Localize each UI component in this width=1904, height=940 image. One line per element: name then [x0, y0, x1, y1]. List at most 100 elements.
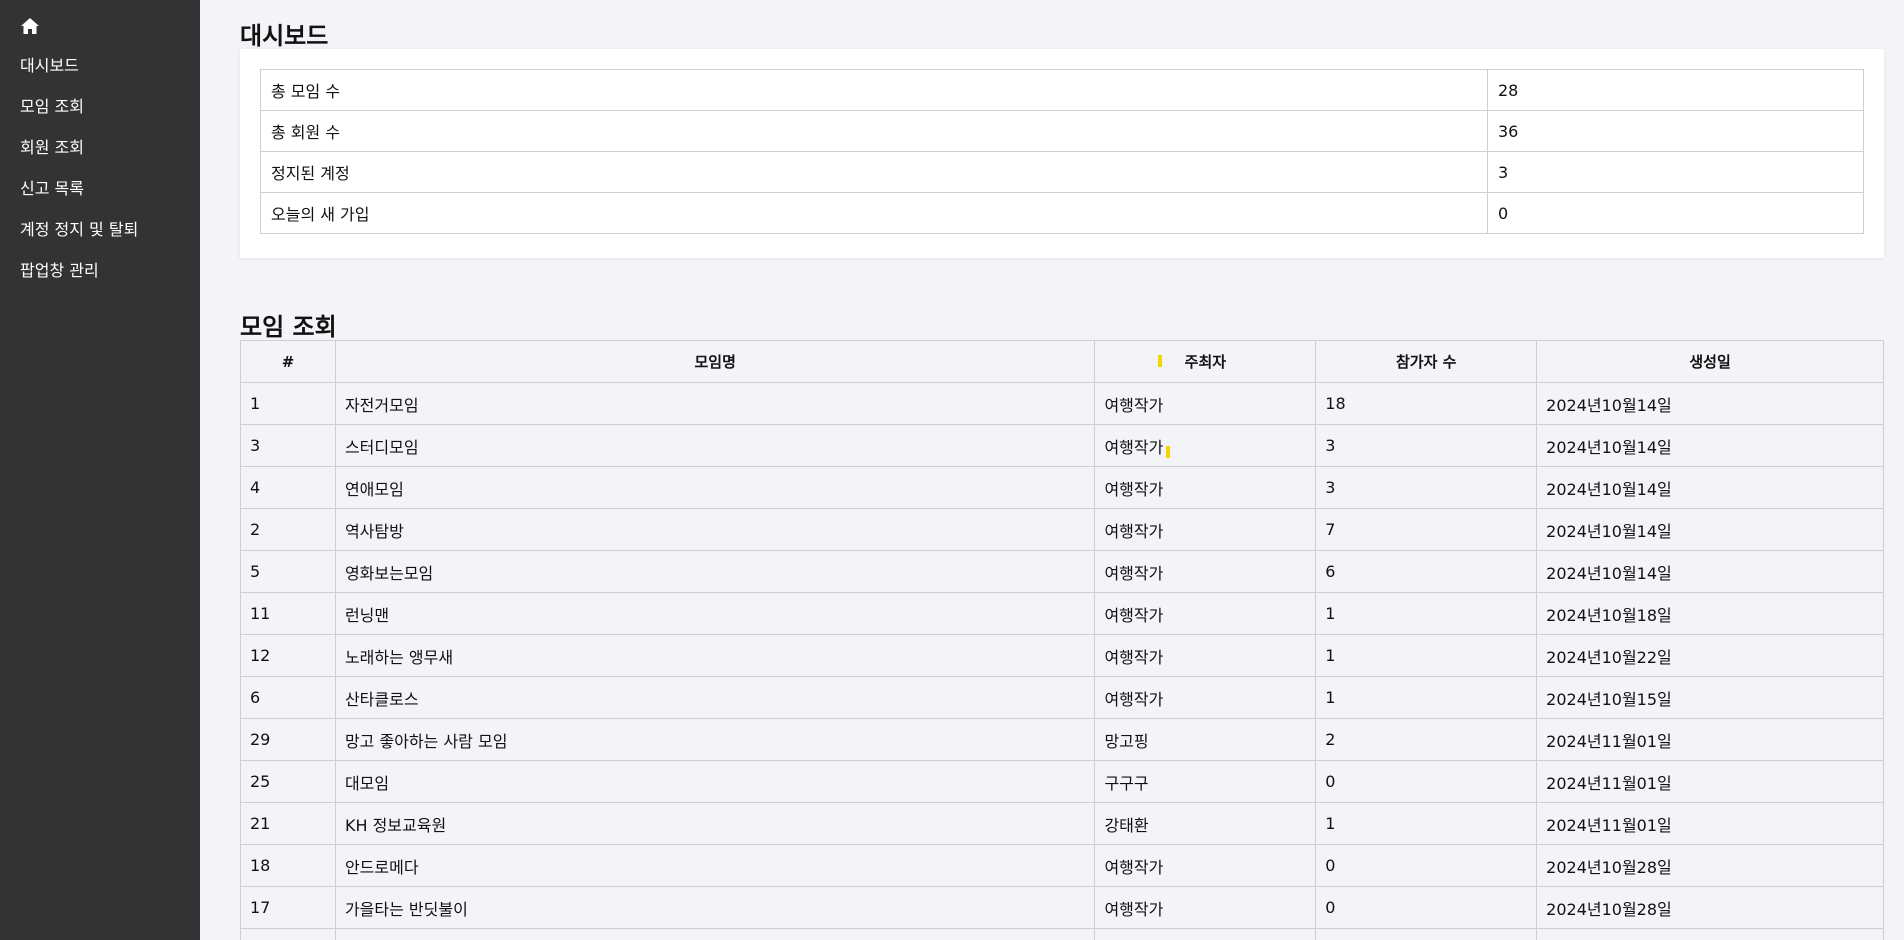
table-row[interactable]: 6 산타클로스 여행작가 1 2024년10월15일 [240, 676, 1884, 719]
table-row[interactable]: 21 KH 정보교육원 강태환 1 2024년11월01일 [240, 802, 1884, 845]
cell-host [1094, 928, 1317, 940]
sidebar-item-suspension[interactable]: 계정 정지 및 탈퇴 [0, 216, 200, 257]
table-row[interactable]: 3 스터디모임 여행작가 3 2024년10월14일 [240, 424, 1884, 467]
cell-count: 18 [1315, 382, 1538, 425]
column-header-created[interactable]: 생성일 [1536, 340, 1884, 383]
sidebar-item-members[interactable]: 회원 조회 [0, 134, 200, 175]
cell-date: 2024년10월14일 [1536, 466, 1884, 509]
cell-host: 여행작가 [1094, 634, 1317, 677]
cell-name: 영화보는모임 [334, 550, 1096, 593]
cell-id: 25 [240, 760, 336, 803]
cell-host: 여행작가 [1094, 592, 1317, 635]
table-row[interactable]: 5 영화보는모임 여행작가 6 2024년10월14일 [240, 550, 1884, 593]
sidebar-item-meetings[interactable]: 모임 조회 [0, 93, 200, 134]
cell-name: 스터디모임 [334, 424, 1170, 467]
cell-name: 자전거모임 [334, 382, 1096, 425]
meetings-header-row: # 모임명 주최자 참가자 수 생성일 [240, 340, 1884, 383]
cell-id: 1 [240, 382, 336, 425]
column-header-host[interactable]: 주최자 [1094, 340, 1317, 383]
table-row[interactable]: 4 연애모임 여행작가 3 2024년10월14일 [240, 466, 1884, 509]
highlight-marker [1165, 446, 1170, 458]
stats-row: 총 모임 수 28 [260, 69, 1864, 111]
cell-count: 0 [1315, 886, 1538, 929]
sidebar-item-reports[interactable]: 신고 목록 [0, 175, 200, 216]
table-row[interactable]: 2 역사탐방 여행작가 7 2024년10월14일 [240, 508, 1884, 551]
cell-host: 구구구 [1094, 760, 1317, 803]
cell-name: 연애모임 [334, 466, 1096, 509]
cell-date: 2024년10월14일 [1536, 424, 1884, 467]
cell-count [1315, 928, 1538, 940]
stats-row: 오늘의 새 가입 0 [260, 192, 1864, 234]
cell-name: 산타클로스 [334, 676, 1096, 719]
cell-date: 2024년10월14일 [1536, 550, 1884, 593]
cell-host: 망고핑 [1094, 718, 1317, 761]
table-row[interactable]: 25 대모임 구구구 0 2024년11월01일 [240, 760, 1884, 803]
cell-count: 1 [1315, 676, 1538, 719]
cell-date: 2024년10월14일 [1536, 382, 1884, 425]
stat-label: 정지된 계정 [260, 151, 1488, 193]
cell-name: KH 정보교육원 [334, 802, 1096, 845]
stats-row: 정지된 계정 3 [260, 151, 1864, 193]
stat-value: 28 [1487, 69, 1864, 111]
cell-count: 0 [1315, 760, 1538, 803]
table-row[interactable]: 11 런닝맨 여행작가 1 2024년10월18일 [240, 592, 1884, 635]
cell-name: 노래하는 앵무새 [334, 634, 1096, 677]
cell-count: 2 [1315, 718, 1538, 761]
cell-name: 대모임 [334, 760, 1096, 803]
cell-date: 2024년10월22일 [1536, 634, 1884, 677]
cell-count: 3 [1315, 466, 1538, 509]
cell-name: 런닝맨 [334, 592, 1096, 635]
meetings-table: # 모임명 주최자 참가자 수 생성일 1 자전거모임 여행작가 18 2024… [240, 340, 1884, 940]
table-row[interactable]: 17 가을타는 반딧불이 여행작가 0 2024년10월28일 [240, 886, 1884, 929]
cell-count: 6 [1315, 550, 1538, 593]
dashboard-title: 대시보드 [240, 22, 329, 50]
main-content: 대시보드 총 모임 수 28 총 회원 수 36 정지된 계정 3 오늘의 새 … [200, 0, 1904, 940]
cell-date: 2024년10월28일 [1536, 844, 1884, 887]
column-header-name[interactable]: 모임명 [334, 340, 1162, 383]
dashboard-card: 총 모임 수 28 총 회원 수 36 정지된 계정 3 오늘의 새 가입 0 [240, 49, 1884, 258]
cell-host: 여행작가 [1094, 508, 1317, 551]
cell-count: 0 [1315, 844, 1538, 887]
stat-label: 총 회원 수 [260, 110, 1488, 152]
table-row[interactable]: 29 망고 좋아하는 사람 모임 망고핑 2 2024년11월01일 [240, 718, 1884, 761]
cell-id: 5 [240, 550, 336, 593]
stats-row: 총 회원 수 36 [260, 110, 1864, 152]
cell-date: 2024년10월14일 [1536, 508, 1884, 551]
sidebar-item-dashboard[interactable]: 대시보드 [0, 52, 200, 93]
cell-id: 21 [240, 802, 336, 845]
cell-date: 2024년10월15일 [1536, 676, 1884, 719]
cell-id: 17 [240, 886, 336, 929]
cell-count: 1 [1315, 802, 1538, 845]
cell-count: 7 [1315, 508, 1538, 551]
table-row[interactable]: 12 노래하는 앵무새 여행작가 1 2024년10월22일 [240, 634, 1884, 677]
cell-date: 2024년11월01일 [1536, 718, 1884, 761]
table-row[interactable]: 1 자전거모임 여행작가 18 2024년10월14일 [240, 382, 1884, 425]
cell-count: 1 [1315, 634, 1538, 677]
stats-table: 총 모임 수 28 총 회원 수 36 정지된 계정 3 오늘의 새 가입 0 [260, 69, 1864, 234]
cell-name [334, 928, 1096, 940]
table-row[interactable]: 18 안드로메다 여행작가 0 2024년10월28일 [240, 844, 1884, 887]
cell-date: 2024년11월01일 [1536, 802, 1884, 845]
cell-host: 여행작가 [1094, 424, 1317, 467]
cell-id: 29 [240, 718, 336, 761]
cell-id: 3 [240, 424, 336, 467]
table-row[interactable] [240, 928, 1884, 940]
highlight-marker [1157, 355, 1162, 367]
column-header-participants[interactable]: 참가자 수 [1315, 340, 1538, 383]
home-icon[interactable] [20, 17, 40, 35]
cell-host: 여행작가 [1094, 466, 1317, 509]
cell-id: 11 [240, 592, 336, 635]
stat-value: 3 [1487, 151, 1864, 193]
meetings-title: 모임 조회 [240, 313, 337, 341]
cell-host: 여행작가 [1094, 676, 1317, 719]
cell-host: 여행작가 [1094, 844, 1317, 887]
cell-date [1536, 928, 1884, 940]
cell-count: 3 [1315, 424, 1538, 467]
column-header-name-label: 모임명 [694, 353, 736, 371]
stat-value: 0 [1487, 192, 1864, 234]
stat-label: 총 모임 수 [260, 69, 1488, 111]
cell-host: 강태환 [1094, 802, 1317, 845]
sidebar-item-popups[interactable]: 팝업창 관리 [0, 257, 200, 298]
column-header-number[interactable]: # [240, 340, 336, 383]
cell-id: 12 [240, 634, 336, 677]
